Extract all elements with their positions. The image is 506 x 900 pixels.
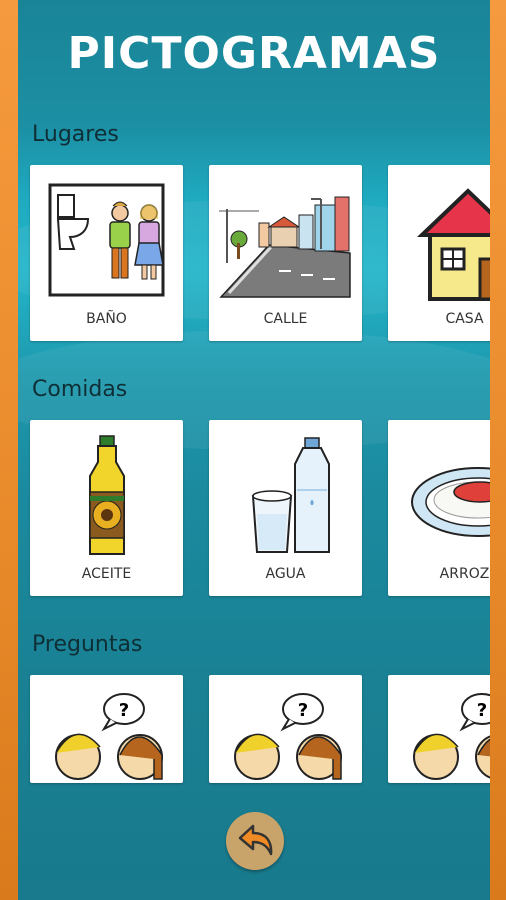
house-icon [417, 188, 490, 301]
pictogram-row-comidas: ACEITE AGUA ARROZ [30, 420, 490, 596]
pictogram-card-aceite[interactable]: ACEITE [30, 420, 183, 596]
device-frame-right [490, 0, 506, 900]
section-title-preguntas: Preguntas [32, 632, 143, 657]
svg-text:?: ? [477, 700, 487, 721]
section-title-lugares: Lugares [32, 122, 119, 147]
back-arrow-icon [238, 824, 273, 856]
pictogram-label: ACEITE [81, 566, 132, 582]
rice-dish-icon [411, 467, 490, 537]
pictogram-card-bano[interactable]: BAÑO [30, 165, 183, 341]
pictogram-card-pregunta[interactable]: ? [30, 675, 183, 783]
back-button[interactable] [226, 812, 284, 870]
pictogram-row-lugares: BAÑO CALLE CASA [30, 165, 490, 341]
bathroom-icon [48, 183, 165, 297]
pictogram-label: AGUA [265, 566, 306, 582]
question-icon: ? [234, 693, 342, 780]
svg-text:?: ? [298, 700, 308, 721]
oil-bottle-icon [89, 435, 125, 555]
pictogram-card-agua[interactable]: AGUA [209, 420, 362, 596]
water-icon [251, 437, 330, 553]
pictogram-card-pregunta[interactable]: ? [388, 675, 490, 783]
pictogram-card-arroz[interactable]: ARROZ [388, 420, 490, 596]
question-icon: ? [55, 693, 163, 780]
pictogram-card-pregunta[interactable]: ? [209, 675, 362, 783]
section-title-comidas: Comidas [32, 377, 128, 402]
street-icon [219, 187, 351, 298]
pictogram-card-calle[interactable]: CALLE [209, 165, 362, 341]
pictogram-label: CASA [445, 311, 484, 327]
pictogram-label: CALLE [263, 311, 308, 327]
question-icon: ? [413, 693, 490, 780]
page-title: PICTOGRAMAS [67, 28, 441, 79]
pictogram-label: BAÑO [86, 311, 127, 327]
app-screen: PICTOGRAMAS Lugares BAÑO CALLE CASA Comi… [18, 0, 490, 900]
device-frame-left [0, 0, 18, 900]
svg-text:?: ? [119, 700, 129, 721]
pictogram-card-casa[interactable]: CASA [388, 165, 490, 341]
pictogram-label: ARROZ [439, 566, 490, 582]
